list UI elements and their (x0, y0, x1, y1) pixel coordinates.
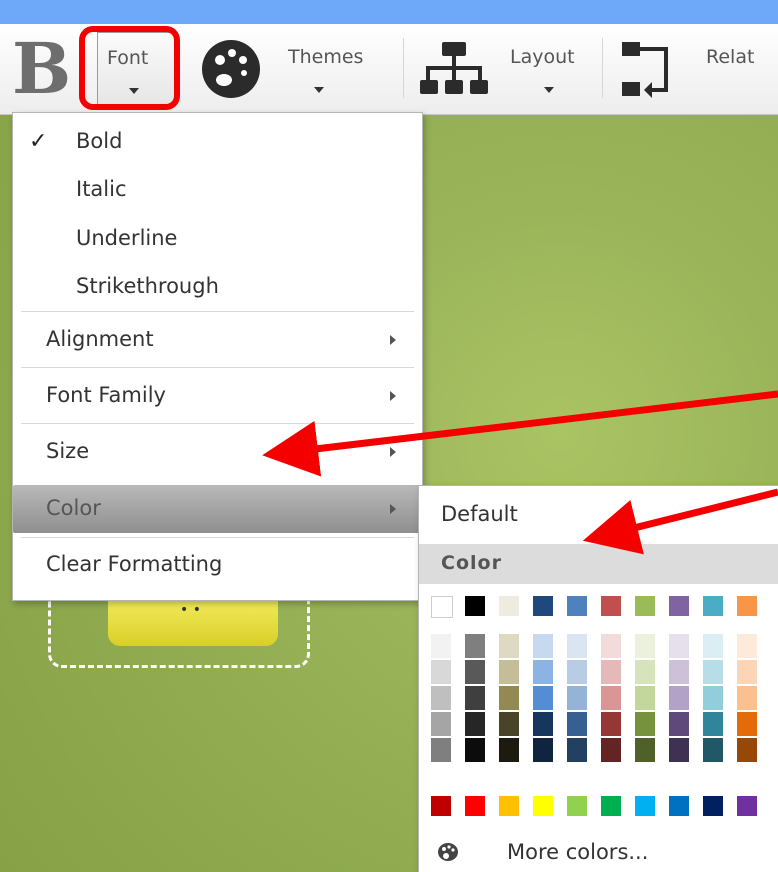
arrow-to-size (262, 390, 778, 477)
app-frame: • • B Font Themes Layout Relat ✓ Bold It… (0, 24, 778, 872)
arrow-to-color-submenu (582, 488, 778, 555)
annotation-arrows (262, 390, 778, 555)
